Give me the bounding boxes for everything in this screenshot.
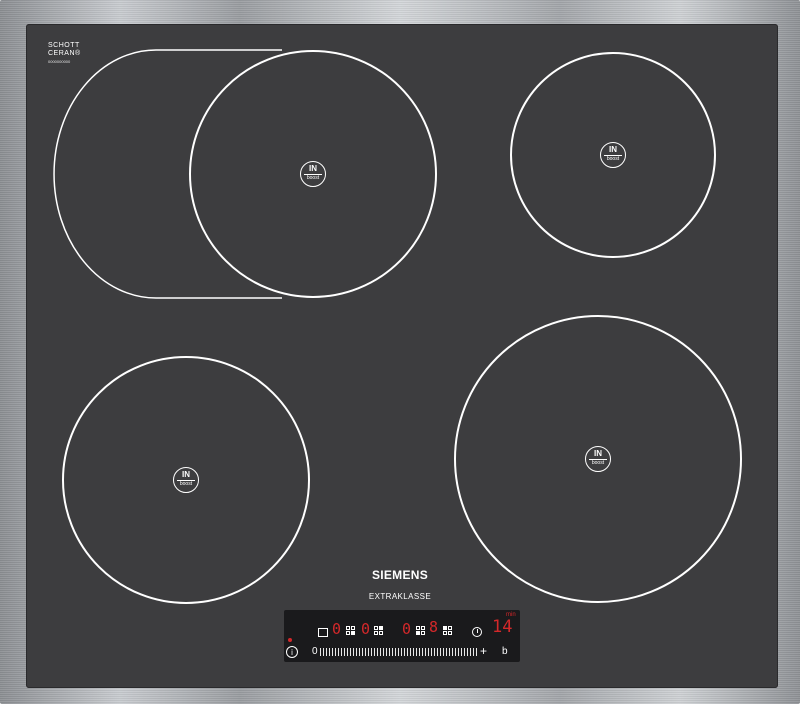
boost-button[interactable]: b [502,646,508,657]
induction-boost-icon: IN boost [300,161,326,187]
flex-zone-outline [53,49,282,299]
badge-in-text: IN [309,164,317,173]
badge-boost-text: boost [604,155,622,162]
power-indicator-led [288,638,292,642]
timer-unit: min [506,612,516,618]
badge-boost-text: boost [177,480,195,487]
logo-line-1: SCHOTT [48,42,80,49]
brand-line: EXTRAKLASSE [368,592,432,601]
zone-1-select-icon[interactable] [346,626,356,636]
power-button[interactable]: i [286,646,298,658]
slider-plus-button[interactable]: + [480,644,487,658]
brand-name: SIEMENS [371,568,429,582]
timer-clock-icon[interactable] [472,627,482,637]
zone-2-select-icon[interactable] [374,626,384,636]
logo-line-2: CERAN® [48,50,81,57]
badge-in-text: IN [594,449,602,458]
badge-in-text: IN [609,145,617,154]
badge-boost-text: boost [589,459,607,466]
badge-in-text: IN [182,470,190,479]
zone-2-display: 0 [361,620,371,638]
induction-boost-icon: IN boost [173,467,199,493]
zone-4-select-icon[interactable] [443,626,453,636]
zone-4-display: 8 [429,618,439,636]
power-level-slider[interactable] [320,648,478,656]
timer-display: 14 [492,617,513,637]
zone-3-display: 0 [402,620,412,638]
induction-boost-icon: IN boost [600,142,626,168]
slider-min-label: 0 [312,646,318,657]
induction-boost-icon: IN boost [585,446,611,472]
zone-3-select-icon[interactable] [416,626,426,636]
badge-boost-text: boost [304,174,322,181]
logo-model-number: 0000000000 [48,59,71,64]
zone-1-display: 0 [332,620,342,638]
schott-ceran-logo: SCHOTT CERAN® 0000000000 [48,42,81,66]
child-lock-icon[interactable] [318,628,328,637]
